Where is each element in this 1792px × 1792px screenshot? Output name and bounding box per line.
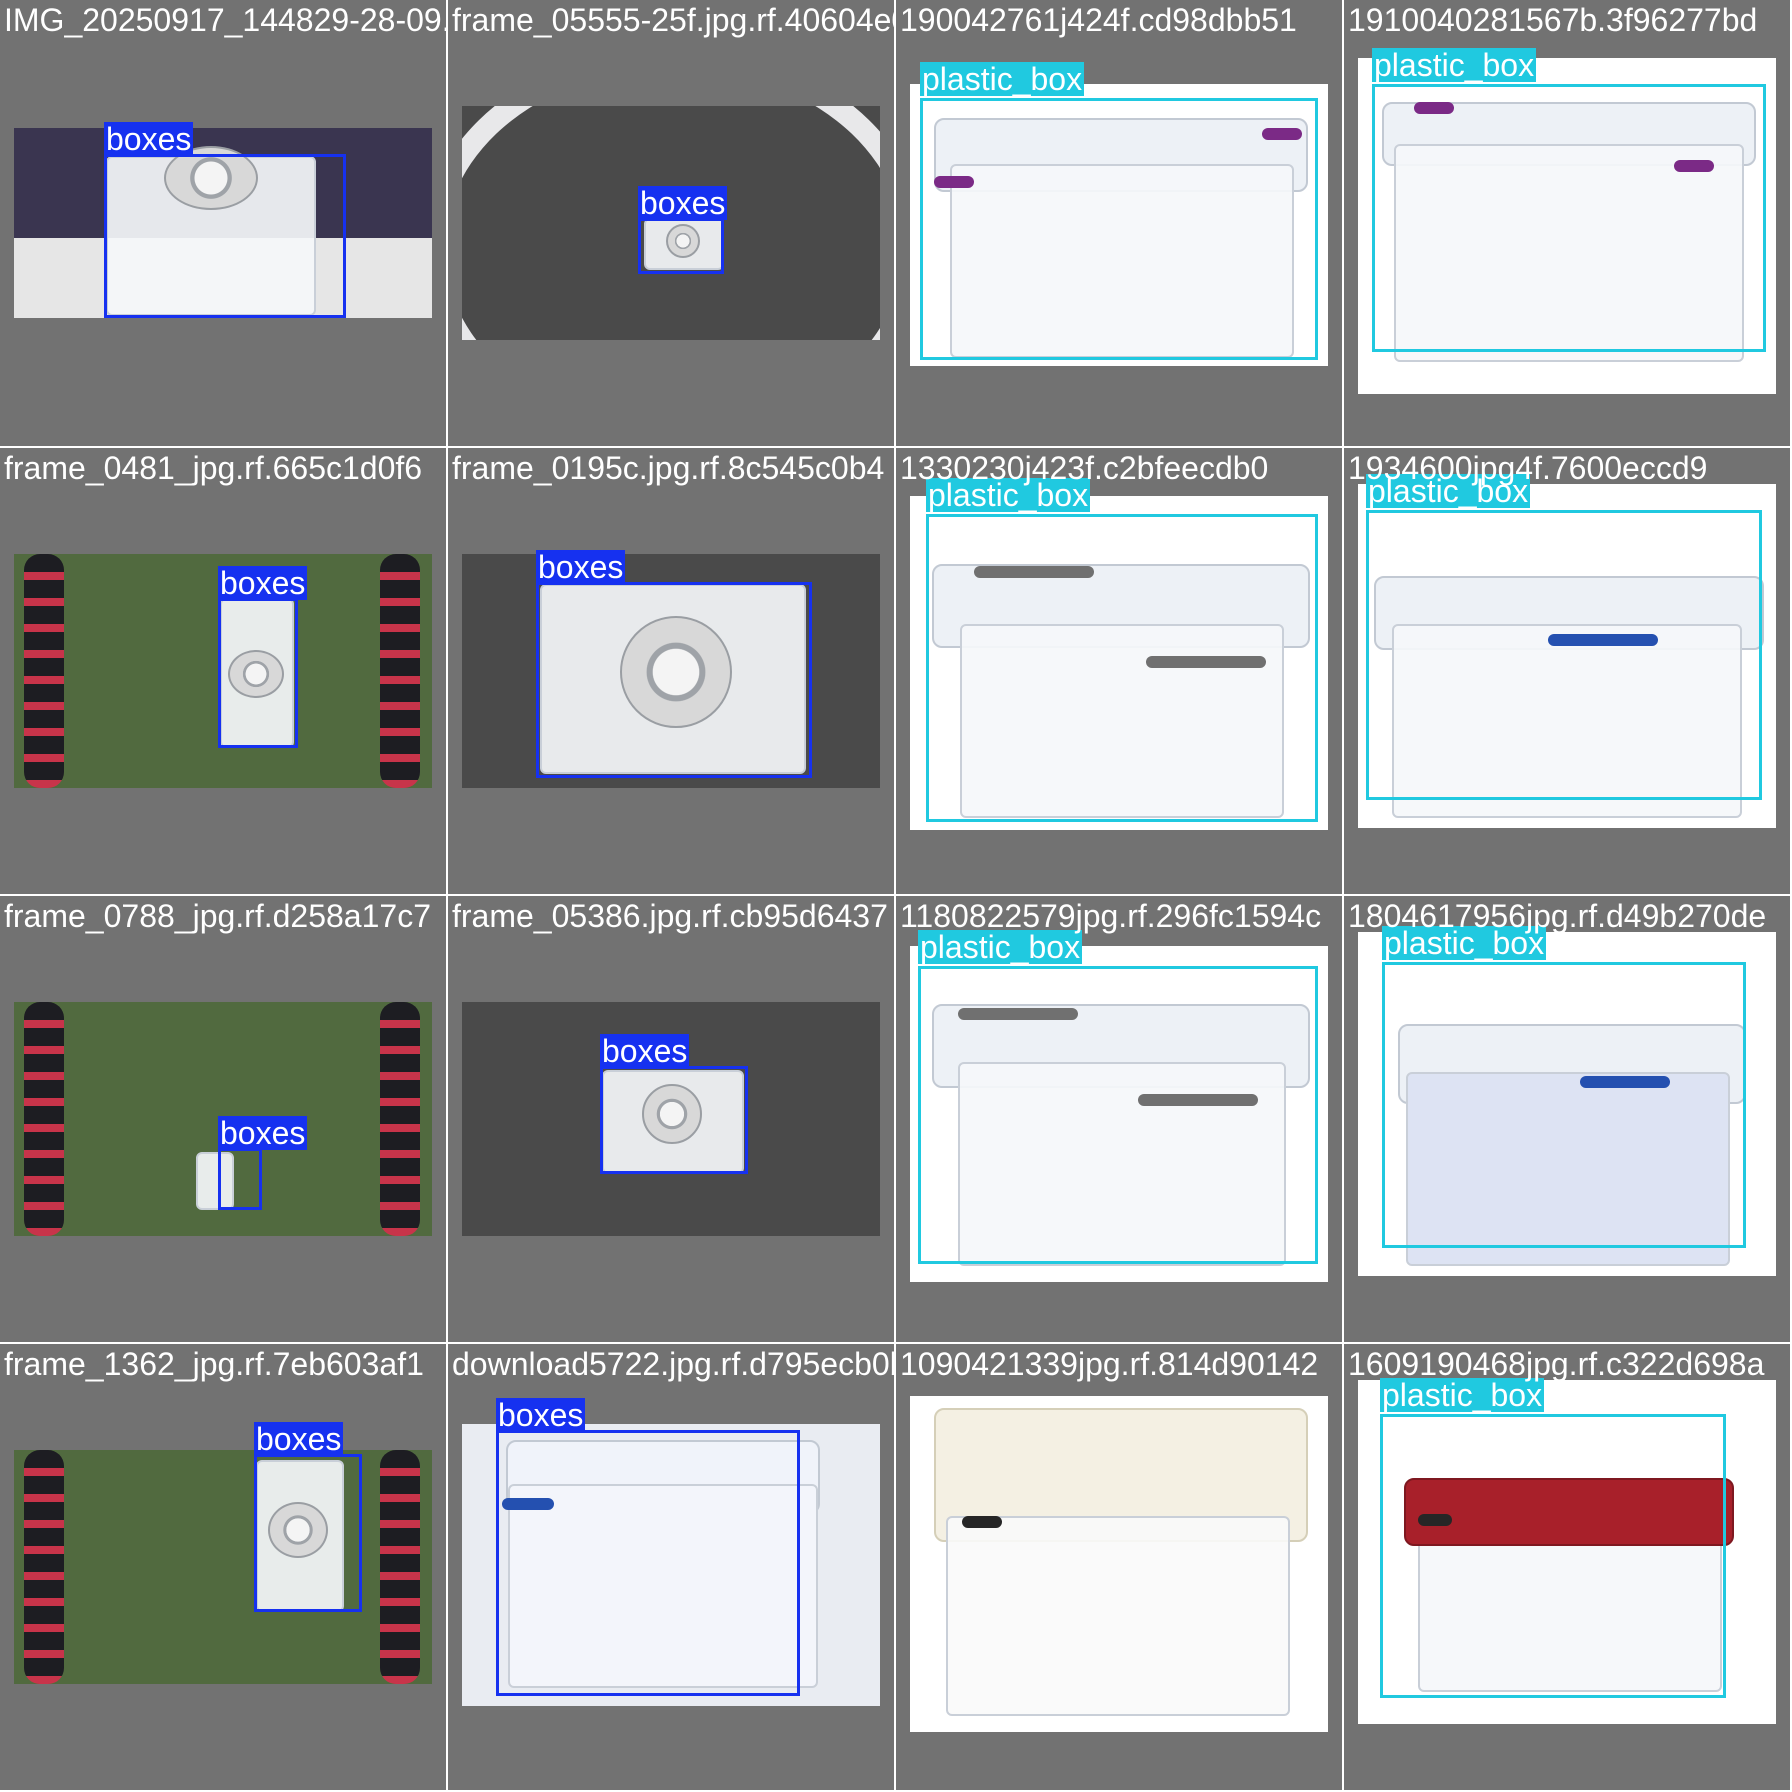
bounding-box <box>218 598 298 748</box>
robot-bumper-right <box>380 554 420 788</box>
bounding-box <box>104 154 346 318</box>
tile-filename: frame_1362_jpg.rf.7eb603af1 <box>4 1346 424 1382</box>
mosaic-tile[interactable]: boxes frame_0195c.jpg.rf.8c545c0b4 <box>448 448 896 896</box>
tile-filename: 1804617956jpg.rf.d49b270de <box>1348 898 1767 934</box>
detection-mosaic: boxes IMG_20250917_144829-28-09.jpg.rf.4… <box>0 0 1792 1792</box>
bounding-box-label: boxes <box>218 1115 308 1151</box>
bounding-box <box>920 98 1318 360</box>
mosaic-tile[interactable]: plastic_box 1910040281567b.3f96277bd <box>1344 0 1792 448</box>
bounding-box-label: boxes <box>600 1033 690 1069</box>
bounding-box <box>1366 510 1762 800</box>
bounding-box-label: boxes <box>254 1421 344 1457</box>
tile-photo <box>910 1396 1328 1732</box>
plastic-storage-box <box>946 1516 1290 1716</box>
mosaic-tile[interactable]: plastic_box 1330230j423f.c2bfeecdb0 <box>896 448 1344 896</box>
tile-filename: frame_05386.jpg.rf.cb95d6437 <box>452 898 888 934</box>
robot-bumper-right <box>380 1450 420 1684</box>
tile-filename: frame_0195c.jpg.rf.8c545c0b4 <box>452 450 885 486</box>
mosaic-tile[interactable]: plastic_box 1804617956jpg.rf.d49b270de <box>1344 896 1792 1344</box>
mosaic-tile[interactable]: plastic_box 190042761j424f.cd98dbb51 <box>896 0 1344 448</box>
bounding-box-label: boxes <box>496 1397 586 1433</box>
mosaic-tile[interactable]: boxes frame_0481_jpg.rf.665c1d0f6 <box>0 448 448 896</box>
bounding-box <box>496 1430 800 1696</box>
bounding-box <box>638 218 724 274</box>
bounding-box <box>926 514 1318 822</box>
mosaic-tile[interactable]: boxes frame_05555-25f.jpg.rf.40604e090 <box>448 0 896 448</box>
bounding-box <box>918 966 1318 1264</box>
tile-filename: frame_0788_jpg.rf.d258a17c7 <box>4 898 431 934</box>
bounding-box <box>254 1454 362 1612</box>
tile-filename: 1090421339jpg.rf.814d90142 <box>900 1346 1319 1382</box>
bounding-box-label: plastic_box <box>920 61 1085 97</box>
robot-bumper-right <box>380 1002 420 1236</box>
robot-bumper-left <box>24 1002 64 1236</box>
tile-filename: 1609190468jpg.rf.c322d698a <box>1348 1346 1765 1382</box>
mosaic-tile[interactable]: plastic_box 1609190468jpg.rf.c322d698a <box>1344 1344 1792 1792</box>
bounding-box <box>1372 84 1766 352</box>
bounding-box <box>1380 1414 1726 1698</box>
black-handle <box>962 1516 1002 1528</box>
tile-filename: frame_0481_jpg.rf.665c1d0f6 <box>4 450 423 486</box>
robot-bumper-left <box>24 1450 64 1684</box>
tile-filename: 190042761j424f.cd98dbb51 <box>900 2 1297 38</box>
bounding-box <box>1382 962 1746 1248</box>
bounding-box <box>536 582 812 778</box>
bounding-box-label: plastic_box <box>1372 47 1537 83</box>
bounding-box-label: boxes <box>638 185 728 221</box>
mosaic-tile[interactable]: boxes frame_0788_jpg.rf.d258a17c7 <box>0 896 448 1344</box>
tile-photo <box>14 1450 432 1684</box>
tile-filename: 1934600jpg4f.7600eccd9 <box>1348 450 1708 486</box>
bounding-box-label: boxes <box>536 549 626 585</box>
mosaic-tile[interactable]: boxes frame_1362_jpg.rf.7eb603af1 <box>0 1344 448 1792</box>
mosaic-tile[interactable]: boxes download5722.jpg.rf.d795ecb0b <box>448 1344 896 1792</box>
tile-filename: download5722.jpg.rf.d795ecb0b <box>452 1346 896 1382</box>
bounding-box-label: plastic_box <box>1380 1377 1545 1413</box>
mosaic-tile[interactable]: plastic_box 1934600jpg4f.7600eccd9 <box>1344 448 1792 896</box>
bounding-box-label: boxes <box>104 121 194 157</box>
mosaic-tile[interactable]: boxes IMG_20250917_144829-28-09.jpg.rf.4… <box>0 0 448 448</box>
bounding-box-label: plastic_box <box>918 929 1083 965</box>
tile-filename: frame_05555-25f.jpg.rf.40604e090 <box>452 2 896 38</box>
bounding-box <box>600 1066 748 1174</box>
tile-filename: IMG_20250917_144829-28-09.jpg.rf.40604e0… <box>4 2 446 38</box>
mosaic-tile[interactable]: 1090421339jpg.rf.814d90142 <box>896 1344 1344 1792</box>
mosaic-tile[interactable]: boxes frame_05386.jpg.rf.cb95d6437 <box>448 896 896 1344</box>
bounding-box-label: boxes <box>218 565 308 601</box>
mosaic-tile[interactable]: plastic_box 1180822579jpg.rf.296fc1594c <box>896 896 1344 1344</box>
robot-bumper-left <box>24 554 64 788</box>
tile-filename: 1910040281567b.3f96277bd <box>1348 2 1758 38</box>
bounding-box <box>218 1148 262 1210</box>
tile-filename: 1330230j423f.c2bfeecdb0 <box>900 450 1269 486</box>
tile-filename: 1180822579jpg.rf.296fc1594c <box>900 898 1322 934</box>
